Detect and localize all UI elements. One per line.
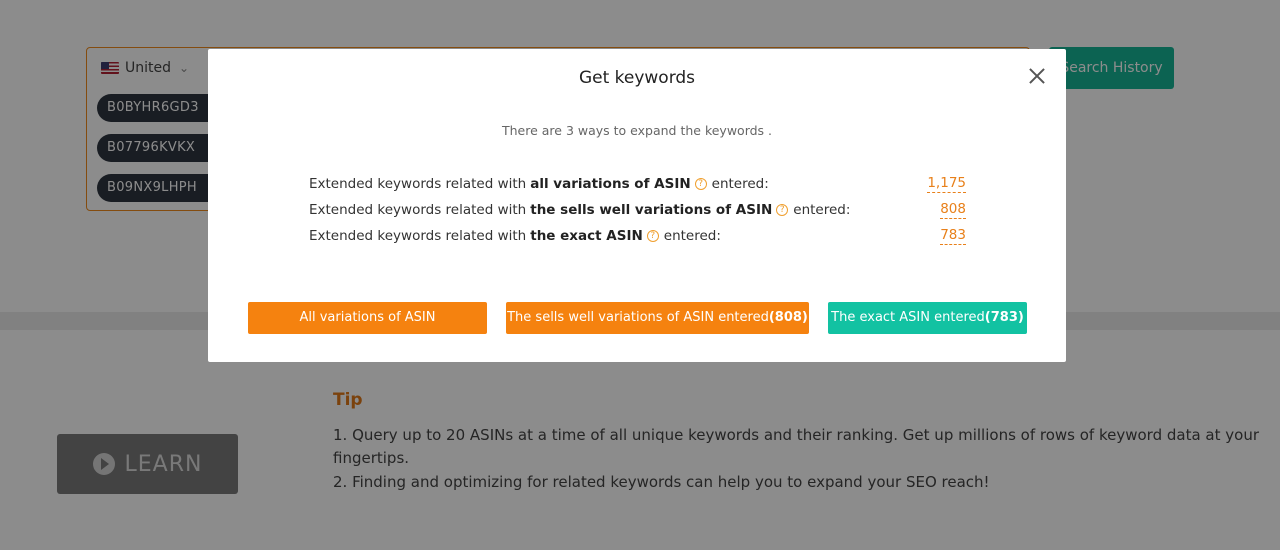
keyword-count[interactable]: 783 (940, 226, 966, 245)
row-bold: all variations of ASIN (530, 176, 691, 192)
keyword-row: Extended keywords related with all varia… (309, 174, 966, 194)
get-keywords-modal: Get keywords There are 3 ways to expand … (208, 49, 1066, 362)
help-icon[interactable]: ? (776, 204, 789, 216)
exact-asin-button[interactable]: The exact ASIN entered(783) (828, 302, 1027, 334)
modal-subtitle: There are 3 ways to expand the keywords … (501, 123, 773, 138)
row-prefix: Extended keywords related with (309, 202, 527, 218)
keyword-row: Extended keywords related with the sells… (309, 200, 966, 220)
row-suffix: entered: (663, 228, 721, 244)
help-icon[interactable]: ? (694, 178, 707, 190)
modal-title: Get keywords (578, 68, 696, 88)
button-label: The sells well variations of ASIN entere… (507, 310, 769, 325)
row-suffix: entered: (711, 176, 769, 192)
all-variations-button[interactable]: All variations of ASIN entered(1,175) (248, 302, 487, 357)
close-icon[interactable] (1028, 67, 1046, 85)
button-count: (1,175) (366, 342, 420, 357)
help-icon[interactable]: ? (646, 230, 659, 242)
row-bold: the sells well variations of ASIN (530, 202, 773, 218)
button-count: (783) (984, 310, 1024, 325)
keyword-count[interactable]: 808 (940, 200, 966, 219)
row-suffix: entered: (793, 202, 851, 218)
row-prefix: Extended keywords related with (309, 228, 527, 244)
row-prefix: Extended keywords related with (309, 176, 527, 192)
sells-well-variations-button[interactable]: The sells well variations of ASIN entere… (506, 302, 809, 334)
button-count: (808) (768, 310, 808, 325)
button-label: The exact ASIN entered (831, 310, 985, 325)
row-bold: the exact ASIN (530, 228, 643, 244)
keyword-count[interactable]: 1,175 (927, 174, 966, 193)
keyword-row: Extended keywords related with the exact… (309, 226, 966, 246)
